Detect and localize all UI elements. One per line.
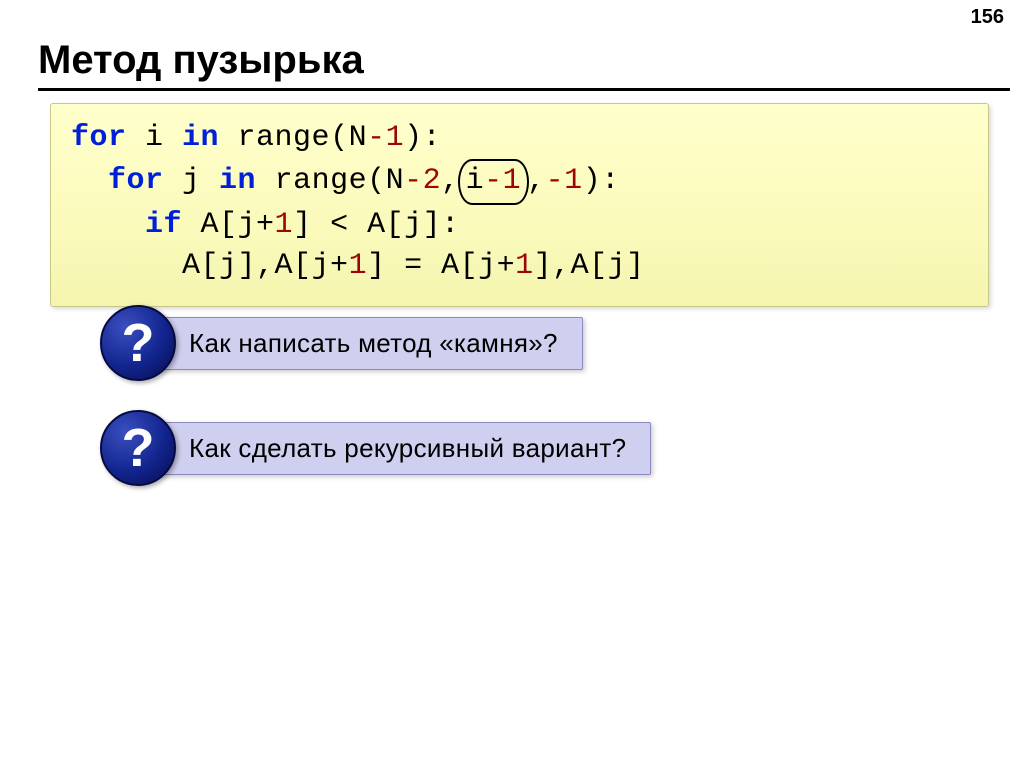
- code-text: i: [466, 164, 485, 198]
- code-text: range(N: [219, 121, 367, 155]
- code-text: range(N: [256, 164, 404, 198]
- keyword-for: for: [108, 164, 164, 198]
- code-text: ] < A[j]:: [293, 208, 460, 242]
- code-text: ],A[j]: [534, 249, 645, 283]
- code-indent: [71, 164, 108, 198]
- question-text-2: Как сделать рекурсивный вариант?: [158, 422, 651, 475]
- code-number: -1: [367, 121, 404, 155]
- code-indent: [71, 249, 182, 283]
- code-text: ,: [527, 164, 546, 198]
- question-text-1: Как написать метод «камня»?: [158, 317, 583, 370]
- code-number: 1: [515, 249, 534, 283]
- code-block: for i in range(N-1): for j in range(N-2,…: [50, 103, 989, 307]
- code-number: -1: [546, 164, 583, 198]
- keyword-if: if: [145, 208, 182, 242]
- question-badge-icon: ?: [100, 305, 176, 381]
- code-indent: [71, 208, 145, 242]
- question-row-2: ? Как сделать рекурсивный вариант?: [100, 410, 651, 486]
- keyword-in: in: [219, 164, 256, 198]
- code-number: 1: [275, 208, 294, 242]
- code-line-3: if A[j+1] < A[j]:: [71, 205, 968, 246]
- code-text: ):: [404, 121, 441, 155]
- code-text: i: [127, 121, 183, 155]
- question-badge-icon: ?: [100, 410, 176, 486]
- question-row-1: ? Как написать метод «камня»?: [100, 305, 583, 381]
- code-line-1: for i in range(N-1):: [71, 118, 968, 159]
- highlighted-expression: i-1: [458, 159, 530, 204]
- code-text: ):: [583, 164, 620, 198]
- page-number: 156: [971, 6, 1004, 29]
- code-text: ,: [441, 164, 460, 198]
- code-text: ] = A[j+: [367, 249, 515, 283]
- page-title: Метод пузырька: [38, 38, 364, 83]
- code-number: 1: [349, 249, 368, 283]
- title-underline: [38, 88, 1010, 91]
- code-text: A[j+: [182, 208, 275, 242]
- code-number: -1: [484, 164, 521, 198]
- code-line-4: A[j],A[j+1] = A[j+1],A[j]: [71, 246, 968, 287]
- code-text: A[j],A[j+: [182, 249, 349, 283]
- code-text: j: [164, 164, 220, 198]
- code-line-2: for j in range(N-2, i-1 ,-1):: [71, 159, 968, 204]
- code-number: -2: [404, 164, 441, 198]
- keyword-for: for: [71, 121, 127, 155]
- keyword-in: in: [182, 121, 219, 155]
